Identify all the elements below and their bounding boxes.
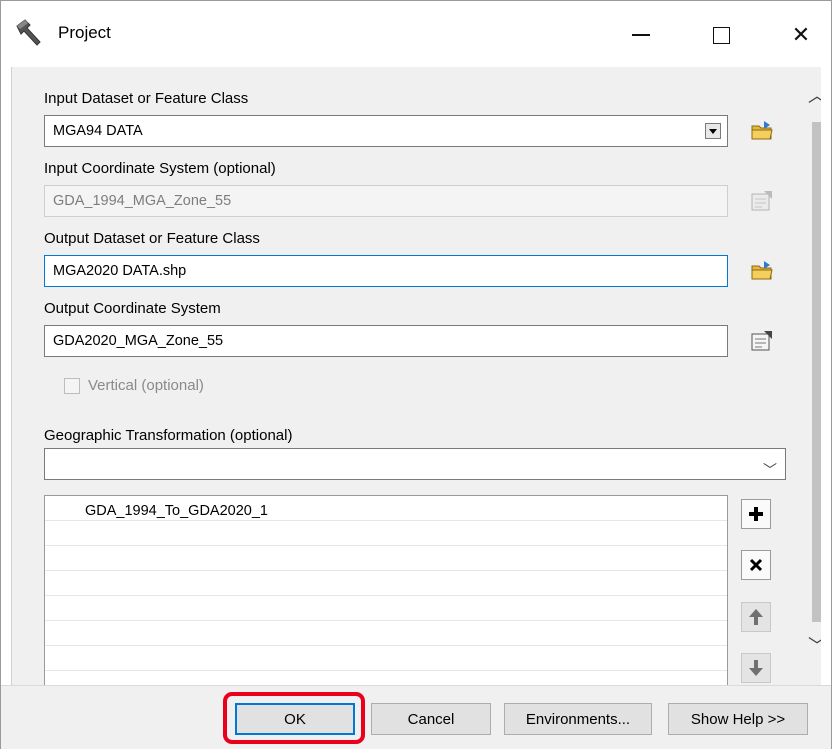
scrollbar-thumb[interactable] <box>812 122 821 622</box>
window-title: Project <box>58 23 111 42</box>
delete-x-icon <box>749 558 763 572</box>
input-dataset-dropdown[interactable]: MGA94 DATA <box>44 115 728 147</box>
output-dataset-value: MGA2020 DATA.shp <box>53 263 187 279</box>
output-cs-input[interactable]: GDA2020_MGA_Zone_55 <box>44 325 728 357</box>
output-dataset-input[interactable]: MGA2020 DATA.shp <box>44 255 728 287</box>
title-bar: Project ✕ <box>1 1 831 67</box>
input-dataset-label: Input Dataset or Feature Class <box>44 90 249 107</box>
vertical-checkbox-row: Vertical (optional) <box>64 377 204 394</box>
spatial-reference-icon[interactable] <box>750 329 774 353</box>
show-help-button[interactable]: Show Help >> <box>668 703 808 735</box>
input-cs-label: Input Coordinate System (optional) <box>44 160 276 177</box>
remove-button[interactable] <box>741 550 771 580</box>
close-icon: ✕ <box>791 22 811 47</box>
vertical-checkbox <box>64 377 80 394</box>
list-item[interactable] <box>45 546 727 571</box>
arrow-up-icon <box>749 609 763 625</box>
browse-folder-icon[interactable] <box>750 119 774 143</box>
hammer-icon <box>16 19 41 46</box>
minimize-icon <box>632 34 650 36</box>
dropdown-arrow-icon[interactable] <box>705 123 721 139</box>
minimize-button[interactable] <box>611 9 671 61</box>
browse-folder-icon[interactable] <box>750 259 774 283</box>
list-item[interactable] <box>45 646 727 671</box>
move-down-button[interactable] <box>741 653 771 683</box>
output-dataset-label: Output Dataset or Feature Class <box>44 230 260 247</box>
geo-transform-label: Geographic Transformation (optional) <box>44 427 293 444</box>
cancel-button[interactable]: Cancel <box>371 703 491 735</box>
scroll-down-icon[interactable]: ﹀ <box>808 632 821 658</box>
list-item[interactable] <box>45 596 727 621</box>
plus-icon <box>749 507 763 521</box>
maximize-button[interactable] <box>691 9 751 61</box>
vertical-label: Vertical (optional) <box>88 377 204 394</box>
scroll-up-icon[interactable]: ︿ <box>808 82 821 108</box>
input-cs-value: GDA_1994_MGA_Zone_55 <box>53 193 232 209</box>
input-cs-field: GDA_1994_MGA_Zone_55 <box>44 185 728 217</box>
output-cs-value: GDA2020_MGA_Zone_55 <box>53 333 224 349</box>
chevron-down-icon: ﹀ <box>763 462 777 478</box>
list-item[interactable] <box>45 571 727 596</box>
dialog-footer: OK Cancel Environments... Show Help >> <box>1 685 831 749</box>
output-cs-label: Output Coordinate System <box>44 300 221 317</box>
tool-parameters-panel: Input Dataset or Feature Class MGA94 DAT… <box>11 67 821 685</box>
input-dataset-value: MGA94 DATA <box>53 123 143 139</box>
arrow-down-icon <box>749 660 763 676</box>
ok-button[interactable]: OK <box>235 703 355 735</box>
list-item[interactable] <box>45 621 727 646</box>
project-dialog: Project ✕ Input Dataset or Feature Class… <box>0 0 832 749</box>
close-button[interactable]: ✕ <box>771 9 831 61</box>
geo-transform-dropdown[interactable]: ﹀ <box>44 448 786 480</box>
transformation-list[interactable]: GDA_1994_To_GDA2020_1 <box>44 495 728 685</box>
list-item[interactable] <box>45 521 727 546</box>
maximize-icon <box>712 26 730 44</box>
spatial-reference-icon <box>751 191 772 211</box>
environments-button[interactable]: Environments... <box>504 703 652 735</box>
move-up-button[interactable] <box>741 602 771 632</box>
list-item[interactable]: GDA_1994_To_GDA2020_1 <box>45 496 727 521</box>
add-button[interactable] <box>741 499 771 529</box>
